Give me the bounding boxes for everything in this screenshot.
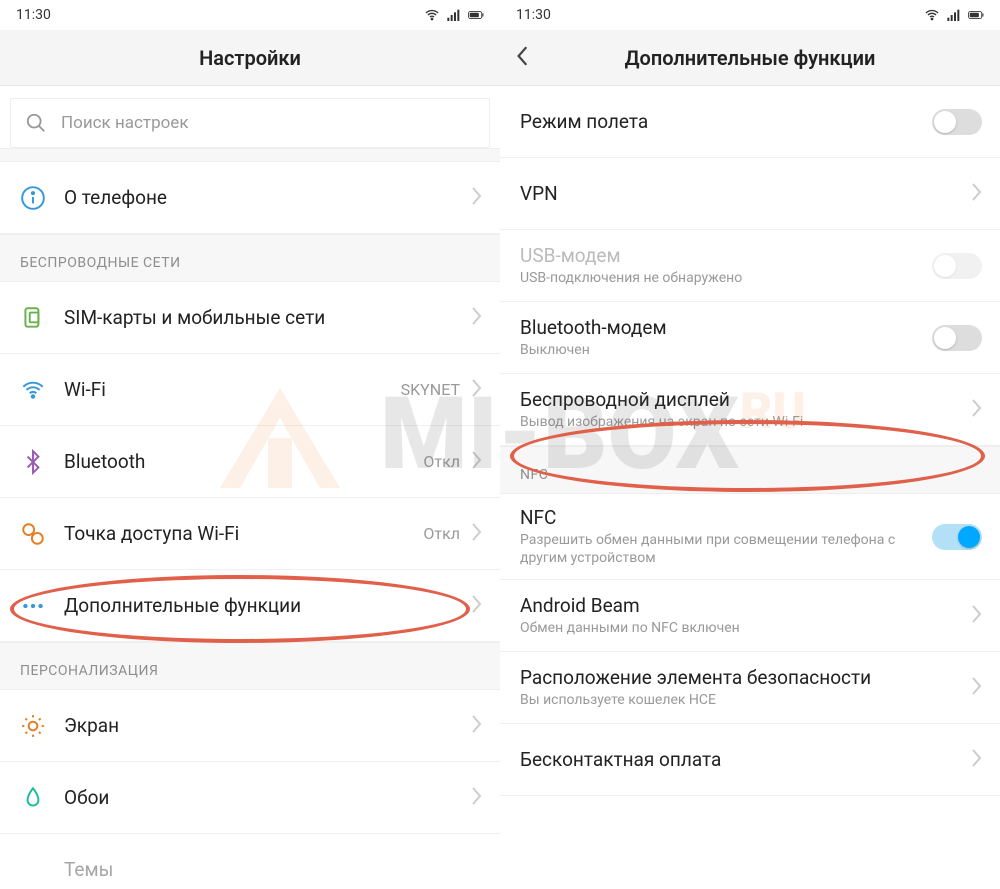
chevron-right-icon — [470, 522, 482, 546]
chevron-right-icon — [470, 786, 482, 810]
chevron-right-icon — [470, 378, 482, 402]
row-label: Режим полета — [520, 110, 932, 133]
row-sublabel: Вы используете кошелек HCE — [520, 691, 970, 709]
row-sublabel: USB-подключения не обнаружено — [520, 269, 932, 287]
display-icon — [20, 713, 46, 739]
content-left: О телефоне БЕСПРОВОДНЫЕ СЕТИ SIM-карты и… — [0, 148, 500, 889]
row-label: Android Beam — [520, 594, 970, 617]
header: Дополнительные функции — [500, 30, 1000, 86]
status-icons — [424, 7, 484, 23]
phone-right: 11:30 Дополнительные функции Режим полет… — [500, 0, 1000, 889]
row-value: SKYNET — [401, 380, 460, 399]
content-right: Режим полета VPN USB-модем USB-подключен… — [500, 86, 1000, 889]
page-title: Дополнительные функции — [625, 46, 876, 70]
row-display[interactable]: Экран — [0, 690, 500, 762]
toggle-nfc[interactable] — [932, 524, 982, 550]
row-label: Расположение элемента безопасности — [520, 666, 970, 689]
row-sublabel: Обмен данными по NFC включен — [520, 619, 970, 637]
row-label: Темы — [64, 858, 482, 881]
battery-icon — [468, 7, 484, 23]
row-label: Bluetooth — [64, 450, 423, 473]
row-themes[interactable]: Темы — [0, 834, 500, 889]
row-bluetooth[interactable]: Bluetooth Откл — [0, 426, 500, 498]
chevron-right-icon — [470, 594, 482, 618]
row-value: Откл — [423, 452, 460, 471]
row-wifi[interactable]: Wi-Fi SKYNET — [0, 354, 500, 426]
row-android-beam[interactable]: Android Beam Обмен данными по NFC включе… — [500, 580, 1000, 652]
page-title: Настройки — [199, 46, 301, 70]
bluetooth-icon — [20, 449, 46, 475]
sim-icon — [20, 305, 46, 331]
row-label: Bluetooth-модем — [520, 316, 932, 339]
toggle-usb — [932, 253, 982, 279]
chevron-right-icon — [970, 676, 982, 700]
row-value: Откл — [423, 524, 460, 543]
row-label: Обои — [64, 786, 470, 809]
search-box[interactable] — [10, 98, 490, 148]
row-airplane[interactable]: Режим полета — [500, 86, 1000, 158]
status-bar: 11:30 — [500, 0, 1000, 30]
toggle-bt-tether[interactable] — [932, 325, 982, 351]
row-more[interactable]: Дополнительные функции — [0, 570, 500, 642]
row-label: Дополнительные функции — [64, 594, 470, 617]
row-label: Беспроводной дисплей — [520, 388, 970, 411]
wifi-icon — [424, 7, 440, 23]
status-bar: 11:30 — [0, 0, 500, 30]
battery-icon — [968, 7, 984, 23]
wifi-icon — [924, 7, 940, 23]
row-about-phone[interactable]: О телефоне — [0, 162, 500, 234]
signal-icon — [446, 7, 462, 23]
row-hotspot[interactable]: Точка доступа Wi-Fi Откл — [0, 498, 500, 570]
row-label: О телефоне — [64, 186, 470, 209]
row-usb-tether: USB-модем USB-подключения не обнаружено — [500, 230, 1000, 302]
back-button[interactable] — [516, 45, 530, 71]
row-label: SIM-карты и мобильные сети — [64, 306, 470, 329]
chevron-left-icon — [516, 45, 530, 67]
wallpaper-icon — [20, 785, 46, 811]
chevron-right-icon — [970, 604, 982, 628]
chevron-right-icon — [970, 398, 982, 422]
section-personal-header: ПЕРСОНАЛИЗАЦИЯ — [0, 642, 500, 690]
toggle-airplane[interactable] — [932, 109, 982, 135]
status-time: 11:30 — [16, 7, 51, 23]
chevron-right-icon — [970, 182, 982, 206]
row-secure-element[interactable]: Расположение элемента безопасности Вы ис… — [500, 652, 1000, 724]
row-nfc[interactable]: NFC Разрешить обмен данными при совмещен… — [500, 494, 1000, 580]
status-icons — [924, 7, 984, 23]
row-label: Экран — [64, 714, 470, 737]
row-wireless-display[interactable]: Беспроводной дисплей Вывод изображения н… — [500, 374, 1000, 446]
more-icon — [20, 593, 46, 619]
row-sublabel: Выключен — [520, 341, 932, 359]
row-label: VPN — [520, 182, 970, 205]
section-wireless-header: БЕСПРОВОДНЫЕ СЕТИ — [0, 234, 500, 282]
row-label: Wi-Fi — [64, 378, 401, 401]
header: Настройки — [0, 30, 500, 86]
row-sim[interactable]: SIM-карты и мобильные сети — [0, 282, 500, 354]
chevron-right-icon — [470, 186, 482, 210]
row-vpn[interactable]: VPN — [500, 158, 1000, 230]
row-sublabel: Вывод изображения на экран по сети Wi-Fi — [520, 413, 970, 431]
chevron-right-icon — [470, 450, 482, 474]
row-label: USB-модем — [520, 244, 932, 267]
info-icon — [20, 185, 46, 211]
chevron-right-icon — [470, 714, 482, 738]
wifi-icon — [20, 377, 46, 403]
search-icon — [25, 112, 47, 134]
row-contactless-pay[interactable]: Бесконтактная оплата — [500, 724, 1000, 796]
row-label: Точка доступа Wi-Fi — [64, 522, 423, 545]
section-nfc-header: NFC — [500, 446, 1000, 494]
search-input[interactable] — [61, 113, 475, 133]
row-wallpaper[interactable]: Обои — [0, 762, 500, 834]
chevron-right-icon — [470, 306, 482, 330]
status-time: 11:30 — [516, 7, 551, 23]
chevron-right-icon — [970, 748, 982, 772]
signal-icon — [946, 7, 962, 23]
phone-left: 11:30 Настройки О телефоне БЕСПРОВОДНЫЕ … — [0, 0, 500, 889]
hotspot-icon — [20, 521, 46, 547]
row-sublabel: Разрешить обмен данными при совмещении т… — [520, 531, 932, 567]
row-label: NFC — [520, 506, 932, 529]
row-bt-tether[interactable]: Bluetooth-модем Выключен — [500, 302, 1000, 374]
row-label: Бесконтактная оплата — [520, 748, 970, 771]
